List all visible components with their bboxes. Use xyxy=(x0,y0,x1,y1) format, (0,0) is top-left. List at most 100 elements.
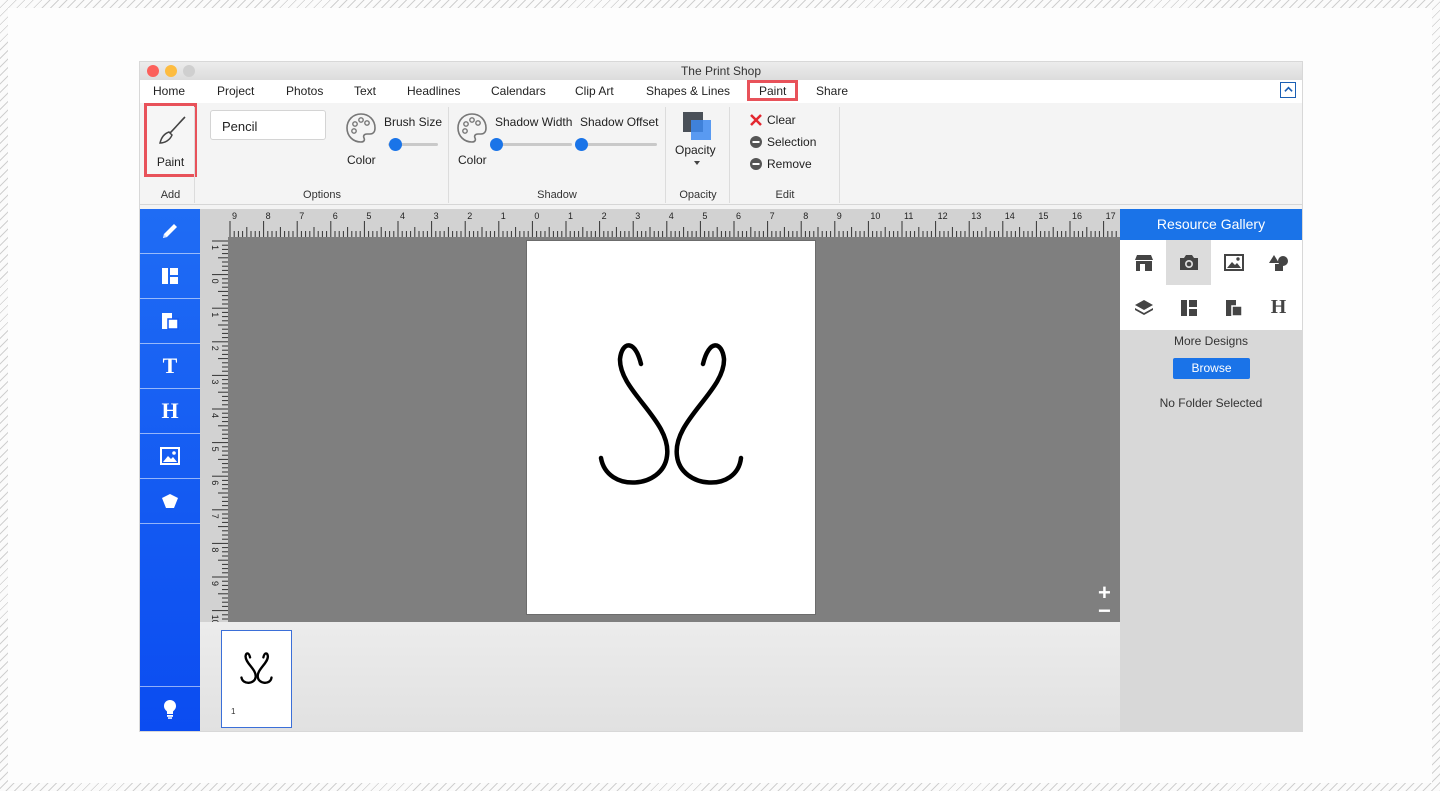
folder-status: No Folder Selected xyxy=(1159,396,1263,410)
ruler-label: 3 xyxy=(210,379,220,384)
paint-tool-button[interactable] xyxy=(140,209,200,254)
horizontal-ruler-ticks: 9 8 7 6 5 4 3 2 1 0 1 2 3 4 5 6 7 8 9 10 11 12 13 14 15 16 17 xyxy=(229,211,1117,237)
opacity-button[interactable]: Opacity xyxy=(672,109,722,171)
horizontal-ruler: 9 8 7 6 5 4 3 2 1 0 1 2 3 4 5 6 7 8 9 10 11 12 13 14 15 16 17 xyxy=(200,209,1120,237)
ruler-label: 1 xyxy=(568,211,573,221)
menu-shapes-lines[interactable]: Shapes & Lines xyxy=(646,84,730,98)
caret-down-icon xyxy=(694,161,700,165)
remove-label: Remove xyxy=(767,157,812,171)
shadow-offset-slider[interactable] xyxy=(575,138,657,151)
menu-bar: Home Project Photos Text Headlines Calen… xyxy=(140,80,1302,103)
ruler-label: 6 xyxy=(210,480,220,485)
ruler-label: 2 xyxy=(602,211,607,221)
left-toolbar: T H xyxy=(140,209,200,731)
resource-gallery-title: Resource Gallery xyxy=(1120,209,1302,240)
shadow-offset-label: Shadow Offset xyxy=(580,115,659,129)
clear-label: Clear xyxy=(767,113,796,127)
gallery-tab-shapes[interactable] xyxy=(1256,240,1301,285)
shadow-color-palette-icon[interactable] xyxy=(456,112,488,144)
clear-x-icon xyxy=(750,114,762,126)
designs-button[interactable] xyxy=(140,299,200,344)
layouts-button[interactable] xyxy=(140,254,200,299)
ruler-label: 1 xyxy=(501,211,506,221)
add-paint-button[interactable]: Paint xyxy=(144,103,197,177)
gallery-tab-store[interactable] xyxy=(1121,240,1166,285)
opacity-group-label: Opacity xyxy=(679,189,717,201)
brush-size-slider-thumb[interactable] xyxy=(389,138,403,151)
app-window: The Print Shop Home Project Photos Text … xyxy=(140,62,1302,731)
ruler-label: 5 xyxy=(366,211,371,221)
vertical-ruler: 101234567891011 xyxy=(200,237,228,658)
headline-icon: H xyxy=(1270,296,1287,318)
shadow-offset-slider-thumb[interactable] xyxy=(575,138,588,151)
ruler-label: 2 xyxy=(210,346,220,351)
gallery-tab-designs[interactable] xyxy=(1211,285,1256,330)
browse-button[interactable]: Browse xyxy=(1173,358,1250,379)
layout-icon xyxy=(162,268,178,284)
ruler-label: 10 xyxy=(870,211,880,221)
ruler-label: 13 xyxy=(971,211,981,221)
brush-size-slider[interactable] xyxy=(388,138,438,151)
ruler-label: 6 xyxy=(333,211,338,221)
color-palette-icon[interactable] xyxy=(345,112,377,144)
shapes-tool-button[interactable] xyxy=(140,479,200,524)
options-group-label: Options xyxy=(303,189,341,201)
menu-paint[interactable]: Paint xyxy=(747,80,799,101)
zoom-out-button[interactable]: − xyxy=(1098,600,1111,622)
gallery-tab-layouts[interactable] xyxy=(1166,285,1211,330)
ruler-label: 9 xyxy=(837,211,842,221)
page-thumbnail[interactable]: 1 xyxy=(221,630,292,728)
brush-color-label: Color xyxy=(347,153,376,167)
photo-icon xyxy=(160,447,180,465)
photo-tool-button[interactable] xyxy=(140,434,200,479)
thumbnail-drawing xyxy=(240,652,273,684)
brush-type-field[interactable]: Pencil xyxy=(210,110,326,140)
ruler-label: 4 xyxy=(400,211,405,221)
ruler-label: 15 xyxy=(1038,211,1048,221)
ruler-label: 17 xyxy=(1106,211,1116,221)
ruler-label: 12 xyxy=(938,211,948,221)
headline-tool-button[interactable]: H xyxy=(140,389,200,434)
gallery-tab-images[interactable] xyxy=(1211,240,1256,285)
ruler-label: 2 xyxy=(467,211,472,221)
gallery-tab-layers[interactable] xyxy=(1121,285,1166,330)
layout-icon xyxy=(1180,299,1197,316)
selection-button[interactable]: Selection xyxy=(750,135,816,149)
menu-text[interactable]: Text xyxy=(354,84,376,98)
ruler-label: 5 xyxy=(702,211,707,221)
menu-home[interactable]: Home xyxy=(153,84,185,98)
tips-button[interactable] xyxy=(140,687,200,731)
menu-clip-art[interactable]: Clip Art xyxy=(575,84,614,98)
ruler-label: 14 xyxy=(1005,211,1015,221)
gallery-tab-headlines[interactable]: H xyxy=(1256,285,1301,330)
paint-button-label: Paint xyxy=(156,155,185,169)
thumbnail-page-number: 1 xyxy=(231,707,236,716)
vertical-ruler-ticks: 101234567891011 xyxy=(210,240,228,658)
menu-photos[interactable]: Photos xyxy=(286,84,323,98)
design-page[interactable] xyxy=(527,241,815,614)
ruler-label: 8 xyxy=(803,211,808,221)
opacity-icon xyxy=(683,112,711,140)
ruler-label: 9 xyxy=(232,211,237,221)
remove-button[interactable]: Remove xyxy=(750,157,812,171)
clear-button[interactable]: Clear xyxy=(750,113,796,127)
selection-label: Selection xyxy=(767,135,817,149)
collapse-ribbon-button[interactable] xyxy=(1280,82,1296,98)
ruler-label: 1 xyxy=(210,245,220,250)
menu-project[interactable]: Project xyxy=(217,84,254,98)
brush-size-label: Brush Size xyxy=(384,115,443,129)
ruler-label: 3 xyxy=(434,211,439,221)
minus-circle-icon xyxy=(750,158,762,170)
ruler-label: 6 xyxy=(736,211,741,221)
menu-share[interactable]: Share xyxy=(816,84,848,98)
page-thumbnail-strip: 1 xyxy=(200,622,1120,731)
shadow-width-slider-thumb[interactable] xyxy=(490,138,503,151)
ruler-label: 9 xyxy=(210,581,220,586)
design-icon xyxy=(162,313,179,330)
menu-headlines[interactable]: Headlines xyxy=(407,84,460,98)
shadow-width-slider[interactable] xyxy=(490,138,572,151)
text-tool-button[interactable]: T xyxy=(140,344,200,389)
ruler-label: 16 xyxy=(1072,211,1082,221)
menu-calendars[interactable]: Calendars xyxy=(491,84,546,98)
gallery-tab-photos[interactable] xyxy=(1166,240,1211,285)
